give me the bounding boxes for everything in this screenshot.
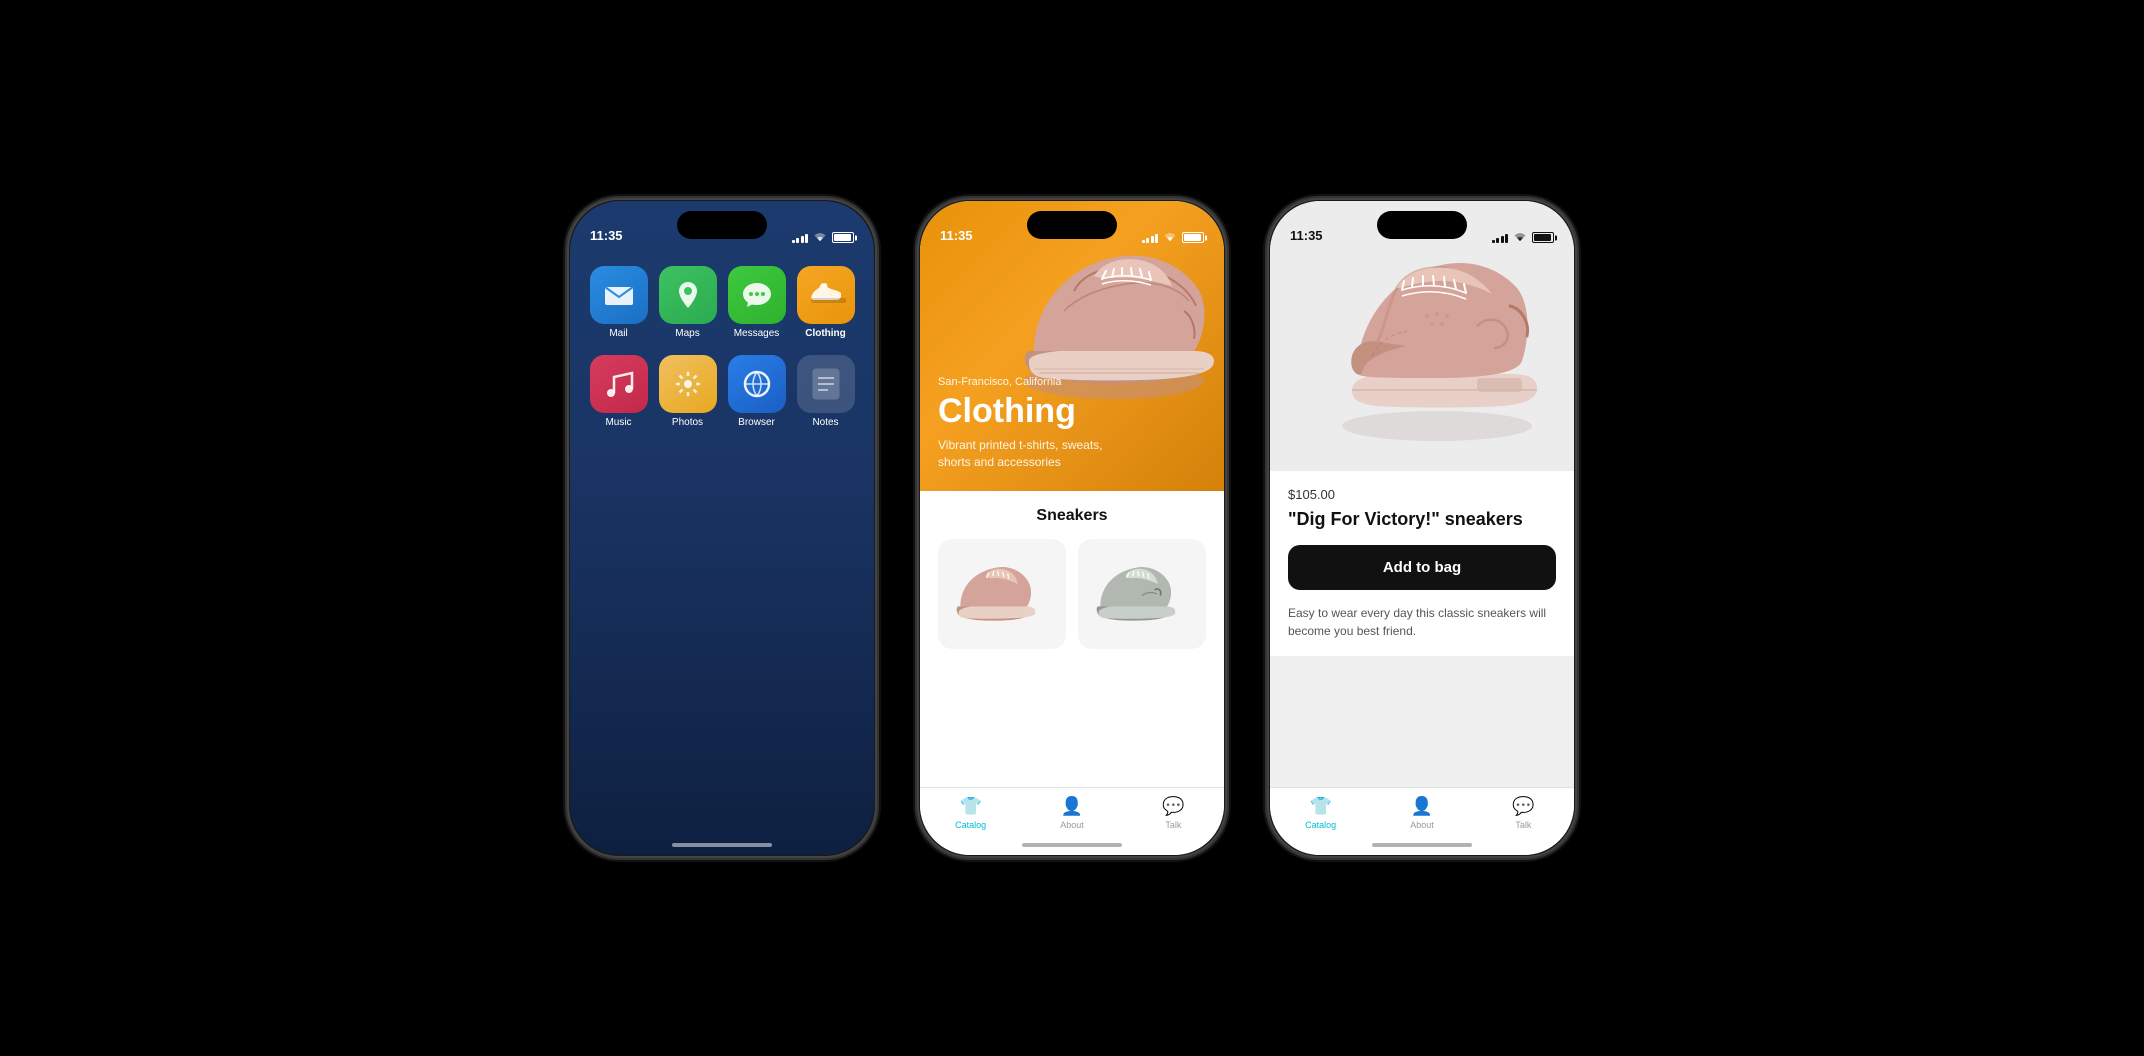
signal-icon-2 — [1142, 233, 1159, 243]
phone-3: 11:35 — [1267, 198, 1577, 858]
product-screen: 11:35 — [1270, 201, 1574, 855]
tab-catalog-3[interactable]: 👕 Catalog — [1270, 796, 1371, 830]
mail-icon — [590, 266, 648, 324]
app-music[interactable]: Music — [588, 355, 649, 428]
app-notes[interactable]: Notes — [795, 355, 856, 428]
catalog-tab-icon-2: 👕 — [959, 796, 981, 817]
tab-talk-3[interactable]: 💬 Talk — [1473, 796, 1574, 830]
product-body: $105.00 "Dig For Victory!" sneakers Add … — [1270, 471, 1574, 656]
music-label: Music — [605, 417, 631, 428]
product-sneaker-large — [1282, 216, 1562, 456]
hero-location: San-Francisco, California — [938, 376, 1118, 388]
wifi-icon-3 — [1513, 233, 1527, 243]
hero-subtitle: Vibrant printed t-shirts, sweats, shorts… — [938, 437, 1118, 471]
add-to-bag-button[interactable]: Add to bag — [1288, 545, 1556, 590]
notes-label: Notes — [812, 417, 838, 428]
app-messages[interactable]: Messages — [726, 266, 787, 339]
talk-tab-icon-3: 💬 — [1512, 796, 1534, 817]
photos-icon — [659, 355, 717, 413]
battery-icon-3 — [1532, 232, 1554, 243]
hero-text: San-Francisco, California Clothing Vibra… — [938, 376, 1118, 471]
wifi-icon — [813, 233, 827, 243]
messages-icon — [728, 266, 786, 324]
gray-sneaker-thumbnail — [1092, 549, 1192, 639]
pink-sneaker-thumbnail — [952, 549, 1052, 639]
app-browser[interactable]: Browser — [726, 355, 787, 428]
maps-icon — [659, 266, 717, 324]
time-1: 11:35 — [590, 228, 623, 243]
mail-label: Mail — [609, 328, 627, 339]
home-bar — [672, 843, 772, 847]
sneaker-card-1[interactable] — [938, 539, 1066, 649]
about-tab-label-2: About — [1060, 820, 1084, 830]
catalog-body: Sneakers — [920, 491, 1224, 665]
talk-tab-icon-2: 💬 — [1162, 796, 1184, 817]
talk-tab-label-2: Talk — [1165, 820, 1181, 830]
app-mail[interactable]: Mail — [588, 266, 649, 339]
tab-about-3[interactable]: 👤 About — [1371, 796, 1472, 830]
time-3: 11:35 — [1290, 228, 1323, 243]
about-tab-label-3: About — [1410, 820, 1434, 830]
battery-icon — [832, 232, 854, 243]
status-icons-2 — [1142, 232, 1205, 243]
signal-icon-3 — [1492, 233, 1509, 243]
dynamic-island — [677, 211, 767, 239]
battery-icon-2 — [1182, 232, 1204, 243]
messages-label: Messages — [734, 328, 780, 339]
tab-catalog-2[interactable]: 👕 Catalog — [920, 796, 1021, 830]
maps-label: Maps — [675, 328, 699, 339]
product-description: Easy to wear every day this classic snea… — [1288, 604, 1556, 640]
home-bar-2 — [1022, 843, 1122, 847]
clothing-icon — [797, 266, 855, 324]
about-tab-icon-3: 👤 — [1411, 796, 1433, 817]
notes-icon — [797, 355, 855, 413]
dynamic-island-2 — [1027, 211, 1117, 239]
sneaker-card-2[interactable] — [1078, 539, 1206, 649]
product-name: "Dig For Victory!" sneakers — [1288, 508, 1556, 531]
phone-2: 11:35 — [917, 198, 1227, 858]
catalog-tab-label-2: Catalog — [955, 820, 986, 830]
app-maps[interactable]: Maps — [657, 266, 718, 339]
app-grid: Mail Maps — [570, 256, 874, 438]
catalog-tab-label-3: Catalog — [1305, 820, 1336, 830]
home-bar-3 — [1372, 843, 1472, 847]
sneaker-grid — [938, 539, 1206, 649]
section-title: Sneakers — [938, 507, 1206, 525]
clothing-label: Clothing — [805, 328, 846, 339]
talk-tab-label-3: Talk — [1515, 820, 1531, 830]
signal-icon — [792, 233, 809, 243]
tab-about-2[interactable]: 👤 About — [1021, 796, 1122, 830]
catalog-screen: 11:35 — [920, 201, 1224, 855]
music-icon — [590, 355, 648, 413]
dynamic-island-3 — [1377, 211, 1467, 239]
time-2: 11:35 — [940, 228, 973, 243]
browser-label: Browser — [738, 417, 775, 428]
catalog-tab-icon-3: 👕 — [1309, 796, 1331, 817]
status-icons-1 — [792, 232, 855, 243]
product-price: $105.00 — [1288, 487, 1556, 502]
hero-title: Clothing — [938, 392, 1118, 431]
phone-1: 11:35 — [567, 198, 877, 858]
app-photos[interactable]: Photos — [657, 355, 718, 428]
app-clothing[interactable]: Clothing — [795, 266, 856, 339]
tab-talk-2[interactable]: 💬 Talk — [1123, 796, 1224, 830]
status-icons-3 — [1492, 232, 1555, 243]
browser-icon — [728, 355, 786, 413]
photos-label: Photos — [672, 417, 703, 428]
about-tab-icon-2: 👤 — [1061, 796, 1083, 817]
wifi-icon-2 — [1163, 233, 1177, 243]
home-screen: 11:35 — [570, 201, 874, 855]
